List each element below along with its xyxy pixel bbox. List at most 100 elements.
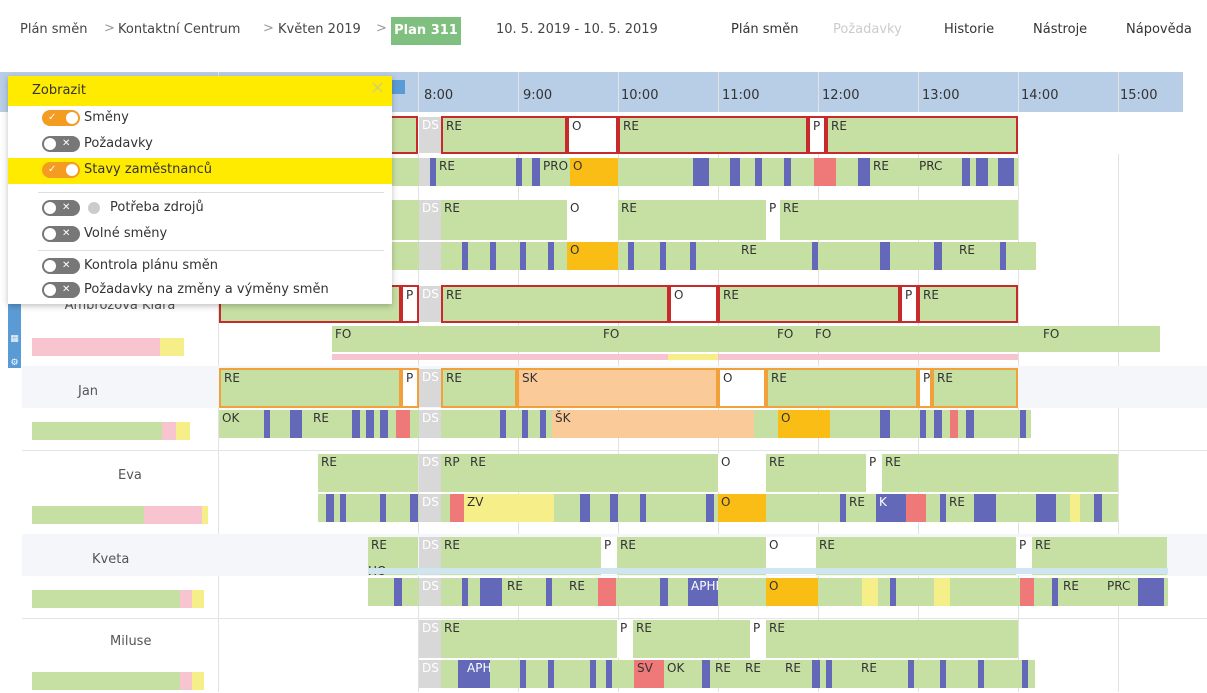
- shift-block[interactable]: RE: [766, 454, 866, 492]
- toggle-switch[interactable]: ✕: [42, 136, 80, 152]
- shift-block[interactable]: P: [401, 285, 419, 323]
- shift-block[interactable]: O: [718, 368, 766, 408]
- shift-block[interactable]: P: [750, 620, 766, 658]
- x-icon: ✕: [62, 284, 71, 295]
- breadcrumb-separator: >: [263, 21, 274, 36]
- shift-block[interactable]: RE: [918, 285, 1018, 323]
- menu-nastroje[interactable]: Nástroje: [1033, 22, 1087, 37]
- option-smeny[interactable]: ✓ Směny: [8, 106, 392, 132]
- shift-block[interactable]: P: [900, 285, 918, 323]
- chart-icon[interactable]: ▦: [8, 328, 21, 350]
- shift-block[interactable]: O: [567, 116, 618, 154]
- option-label: Požadavky na změny a výměny směn: [84, 282, 329, 297]
- employee-name[interactable]: Eva: [118, 468, 298, 483]
- menu-napoveda[interactable]: Nápověda: [1126, 22, 1192, 37]
- hour-label: 13:00: [922, 88, 960, 103]
- break-block[interactable]: DS: [419, 369, 441, 407]
- plan-badge[interactable]: Plan 311: [391, 17, 461, 45]
- check-icon: ✓: [48, 164, 57, 175]
- shift-block[interactable]: RE: [780, 200, 1018, 240]
- close-icon[interactable]: ✕: [370, 78, 385, 99]
- menu-plan-smen[interactable]: Plán směn: [731, 22, 798, 37]
- settings-icon[interactable]: ⚙: [8, 352, 21, 374]
- state-block: [814, 158, 836, 186]
- x-icon: ✕: [62, 260, 71, 271]
- shift-block[interactable]: RE: [766, 368, 918, 408]
- employee-name[interactable]: Miluse: [110, 634, 290, 649]
- summary-bar: [32, 590, 180, 608]
- x-icon: ✕: [62, 202, 71, 213]
- state-row: [332, 326, 1160, 352]
- grid-icon[interactable]: [391, 80, 405, 94]
- shift-block[interactable]: P: [617, 620, 633, 658]
- break-block[interactable]: DS: [419, 454, 441, 492]
- shift-block[interactable]: RE: [932, 368, 1018, 408]
- option-pozadavky[interactable]: ✕ Požadavky: [8, 132, 392, 158]
- toggle-switch[interactable]: ✓: [42, 162, 80, 178]
- state-block: [532, 158, 540, 186]
- break-block[interactable]: DS: [419, 620, 441, 658]
- state-block: OK: [219, 410, 259, 438]
- option-label: Stavy zaměstnanců: [84, 162, 212, 177]
- employee-name[interactable]: Kveta: [92, 552, 272, 567]
- break-block[interactable]: DS: [419, 286, 441, 322]
- state-block: [706, 494, 714, 522]
- shift-block[interactable]: P: [918, 368, 932, 408]
- state-block: [962, 158, 970, 186]
- shift-block[interactable]: O: [718, 454, 766, 492]
- option-pozadavky-na-zmeny[interactable]: ✕ Požadavky na změny a výměny směn: [8, 278, 392, 304]
- shift-block[interactable]: RE: [441, 116, 567, 154]
- shift-block[interactable]: RE: [618, 116, 808, 154]
- state-block: [520, 660, 526, 688]
- shift-block[interactable]: P: [766, 200, 780, 240]
- divider: [38, 250, 384, 251]
- breadcrumb-center[interactable]: Kontaktní Centrum: [118, 22, 240, 37]
- option-kontrola-planu[interactable]: ✕ Kontrola plánu směn: [8, 254, 392, 280]
- state-block: [812, 660, 820, 688]
- toggle-switch[interactable]: ✕: [42, 258, 80, 274]
- shift-block[interactable]: P: [401, 368, 419, 408]
- shift-block[interactable]: RP: [441, 454, 467, 492]
- shift-block[interactable]: SK: [517, 368, 718, 408]
- x-icon: ✕: [62, 228, 71, 239]
- date-range[interactable]: 10. 5. 2019 - 10. 5. 2019: [496, 22, 658, 37]
- shift-block[interactable]: RE: [882, 454, 1118, 492]
- shift-block[interactable]: RE: [766, 620, 1018, 658]
- shift-block[interactable]: RE: [441, 620, 617, 658]
- option-stavy-zamestnancu[interactable]: ✓ Stavy zaměstnanců: [8, 158, 392, 184]
- shift-block[interactable]: P: [866, 454, 882, 492]
- shift-block[interactable]: P: [808, 116, 826, 154]
- state-block: [1022, 660, 1028, 688]
- menu-historie[interactable]: Historie: [944, 22, 994, 37]
- shift-block[interactable]: RE: [467, 454, 718, 492]
- state-block: RE: [858, 660, 886, 688]
- shift-block[interactable]: RE: [441, 200, 567, 240]
- state-block: [784, 158, 791, 186]
- shift-block[interactable]: O: [567, 200, 618, 240]
- shift-block[interactable]: O: [669, 285, 718, 323]
- toggle-switch[interactable]: ✓: [42, 110, 80, 126]
- shift-block[interactable]: RE: [826, 116, 1018, 154]
- toggle-switch[interactable]: ✕: [42, 226, 80, 242]
- breadcrumb-month[interactable]: Květen 2019: [278, 22, 361, 37]
- shift-block[interactable]: RE: [618, 200, 766, 240]
- state-strip: [368, 568, 1168, 574]
- shift-block[interactable]: RE: [441, 368, 517, 408]
- break-block[interactable]: DS: [419, 117, 441, 153]
- state-block: [590, 660, 596, 688]
- state-block: [702, 660, 710, 688]
- shift-block[interactable]: RE: [718, 285, 900, 323]
- option-potreba-zdroju[interactable]: ✕ Potřeba zdrojů: [8, 196, 392, 222]
- shift-block[interactable]: RE: [633, 620, 750, 658]
- state-block: RE: [566, 578, 592, 606]
- shift-block[interactable]: RE: [441, 285, 669, 323]
- break-block[interactable]: DS: [419, 200, 441, 240]
- shift-block[interactable]: RE: [318, 454, 418, 492]
- row-divider: [22, 618, 1207, 619]
- breadcrumb-plan[interactable]: Plán směn: [20, 22, 87, 37]
- toggle-switch[interactable]: ✕: [42, 200, 80, 216]
- shift-block[interactable]: [388, 116, 418, 154]
- option-volne-smeny[interactable]: ✕ Volné směny: [8, 222, 392, 248]
- shift-block[interactable]: RE: [219, 368, 401, 408]
- toggle-switch[interactable]: ✕: [42, 282, 80, 298]
